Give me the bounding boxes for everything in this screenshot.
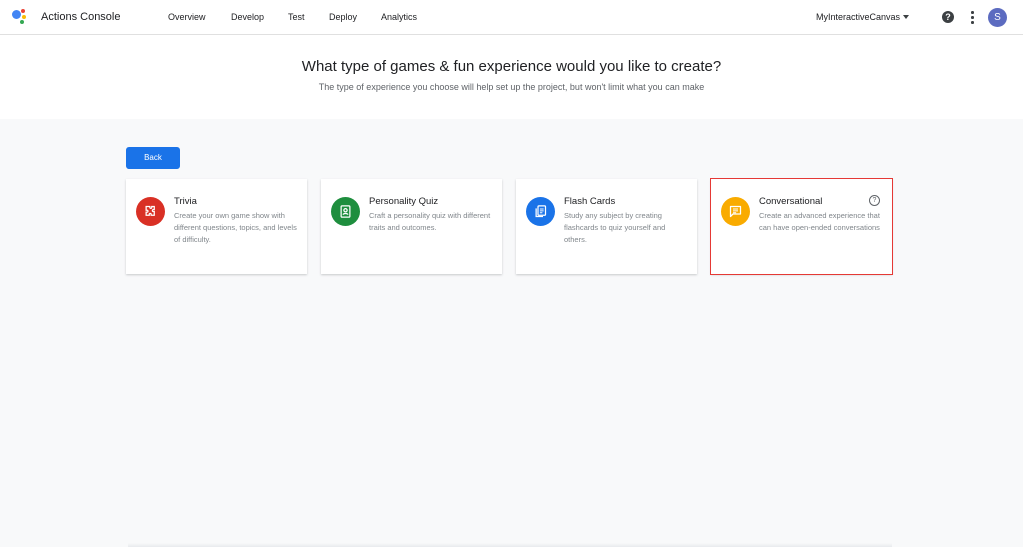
project-selector[interactable]: MyInteractiveCanvas	[816, 12, 900, 22]
card-title: Flash Cards	[564, 196, 616, 207]
chat-icon	[721, 197, 750, 226]
nav-deploy[interactable]: Deploy	[329, 12, 357, 22]
nav-overview[interactable]: Overview	[168, 12, 206, 22]
page-title: What type of games & fun experience woul…	[301, 58, 722, 75]
more-vert-icon[interactable]	[966, 11, 978, 24]
help-outline-icon[interactable]: ?	[869, 195, 880, 206]
card-title: Conversational	[759, 196, 823, 207]
card-title: Personality Quiz	[369, 196, 439, 207]
experience-card-trivia[interactable]: Trivia Create your own game show with di…	[126, 179, 307, 274]
card-title: Trivia	[174, 196, 197, 207]
card-description: Create an advanced experience that can h…	[759, 211, 880, 232]
app-title[interactable]: Actions Console	[41, 11, 121, 23]
card-description: Create your own game show with different…	[174, 211, 297, 244]
page-subtitle: The type of experience you choose will h…	[318, 82, 705, 92]
nav-analytics[interactable]: Analytics	[381, 12, 417, 22]
puzzle-icon	[136, 197, 165, 226]
contact-badge-icon	[331, 197, 360, 226]
page-header: What type of games & fun experience woul…	[0, 35, 1023, 119]
top-app-bar: Actions Console Overview Develop Test De…	[0, 0, 1023, 35]
nav-test[interactable]: Test	[288, 12, 305, 22]
chevron-down-icon[interactable]	[903, 15, 909, 19]
google-assistant-logo-icon	[12, 9, 30, 25]
avatar[interactable]: S	[988, 8, 1007, 27]
experience-card-conversational[interactable]: Conversational ? Create an advanced expe…	[710, 178, 893, 275]
back-button[interactable]: Back	[126, 147, 180, 169]
experience-card-flash-cards[interactable]: Flash Cards Study any subject by creatin…	[516, 179, 697, 274]
footer-edge	[128, 543, 892, 547]
experience-card-personality-quiz[interactable]: Personality Quiz Craft a personality qui…	[321, 179, 502, 274]
nav-develop[interactable]: Develop	[231, 12, 264, 22]
card-description: Study any subject by creating flashcards…	[564, 211, 666, 244]
cards-icon	[526, 197, 555, 226]
help-icon[interactable]: ?	[942, 11, 954, 23]
card-description: Craft a personality quiz with different …	[369, 211, 491, 232]
